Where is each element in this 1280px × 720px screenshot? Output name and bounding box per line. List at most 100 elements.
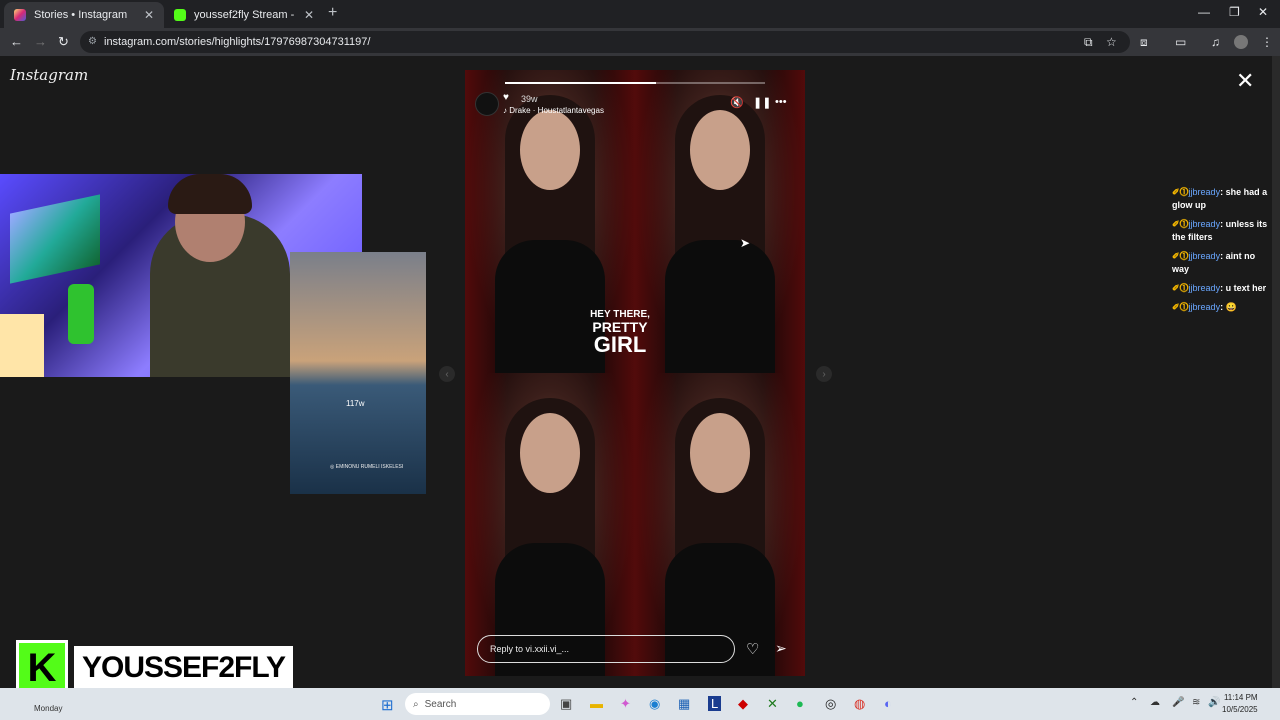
cloud-icon[interactable]: ☁ [1150, 697, 1160, 708]
spotify-icon[interactable]: ● [796, 696, 804, 711]
mute-icon[interactable]: 🔇 [730, 96, 744, 109]
previous-story-card[interactable]: 117w ◎ EMINONU RUMELI ISKELESI [290, 252, 426, 494]
story-photo [465, 373, 635, 676]
tab-kick-stream[interactable]: youssef2fly Stream - Watch Liv ✕ [164, 2, 324, 28]
chat-username[interactable]: jjbready [1189, 251, 1221, 261]
menu-icon[interactable]: ⋮ [1261, 35, 1273, 49]
browser-toolbar: ← → ↻ ⚙ instagram.com/stories/highlights… [0, 28, 1280, 56]
split-view-icon[interactable]: ▭ [1175, 35, 1186, 49]
reply-placeholder: Reply to vi.xxii.vi_... [490, 644, 570, 654]
badge-icon: ✐⓵ [1172, 283, 1189, 293]
tab-instagram[interactable]: Stories • Instagram ✕ [4, 2, 164, 28]
media-control-icon[interactable]: ♫ [1211, 35, 1220, 49]
mcafee-icon[interactable]: ◆ [738, 696, 748, 712]
lamp [0, 314, 44, 377]
windows-taskbar: Monday ⊞ ⌕ Search ▣ ▬ ✦ ◉ ▦ L ◆ ✕ ● ◎ ◍ … [0, 688, 1280, 720]
badge-icon: ✐⓵ [1172, 302, 1189, 312]
previous-story-arrow[interactable]: ‹ [439, 366, 455, 382]
cup [68, 284, 94, 344]
file-explorer-icon[interactable]: ▬ [590, 696, 603, 711]
copilot-icon[interactable]: ✦ [620, 696, 631, 712]
site-info-icon[interactable]: ⚙ [88, 36, 97, 47]
install-app-icon[interactable]: ⧉ [1084, 35, 1093, 50]
store-icon[interactable]: ▦ [678, 696, 690, 712]
forward-icon[interactable]: → [34, 34, 47, 49]
app-icon[interactable]: ◎ [825, 696, 836, 712]
send-icon[interactable]: ➢ [775, 640, 787, 657]
tab-label: youssef2fly Stream - Watch Liv [194, 9, 296, 21]
restore-button[interactable]: ❐ [1229, 5, 1240, 19]
instagram-logo[interactable]: Instagram [10, 66, 88, 84]
mouse-cursor-icon: ➤ [740, 236, 751, 250]
weather-widget[interactable]: Monday [34, 704, 62, 713]
back-icon[interactable]: ← [10, 34, 23, 49]
task-view-icon[interactable]: ▣ [560, 696, 572, 712]
chat-message: ✐⓵jjbready: unless its the filters [1172, 218, 1272, 244]
xbox-icon[interactable]: ✕ [767, 696, 778, 712]
taskbar-search[interactable]: ⌕ Search [405, 693, 550, 715]
page-scrollbar[interactable] [1272, 56, 1280, 688]
clock-time: 11:14 PM [1223, 693, 1258, 702]
story-music[interactable]: ♪ Drake · Houstatlantavegas [503, 106, 604, 115]
story-user-avatar[interactable] [475, 92, 499, 116]
instagram-story-viewer: Instagram ✕ 117w ◎ EMINONU RUMELI ISKELE… [0, 56, 1272, 688]
sticker-line-3: GIRL [593, 332, 647, 357]
shirt [665, 240, 775, 380]
close-tab-icon[interactable]: ✕ [304, 8, 314, 22]
close-tab-icon[interactable]: ✕ [144, 8, 154, 22]
edge-icon[interactable]: ◉ [649, 696, 660, 712]
badge-icon: ✐⓵ [1172, 187, 1189, 197]
volume-icon[interactable]: 🔊 [1208, 697, 1220, 708]
close-stories-icon[interactable]: ✕ [1236, 68, 1254, 94]
chat-username[interactable]: jjbready [1189, 283, 1221, 293]
discord-icon[interactable]: ◐ [884, 696, 892, 711]
close-window-button[interactable]: ✕ [1258, 5, 1268, 19]
chat-text: 😀 [1225, 302, 1237, 312]
chevron-up-icon[interactable]: ⌃ [1130, 697, 1138, 708]
wifi-icon[interactable]: ≋ [1192, 697, 1200, 708]
taskbar-clock[interactable]: 11:14 PM 10/5/2025 [1222, 692, 1258, 716]
chat-message: ✐⓵jjbready: aint no way [1172, 250, 1272, 276]
badge-icon: ✐⓵ [1172, 219, 1189, 229]
streamer-hair [168, 174, 252, 214]
chat-message: ✐⓵jjbready: she had a glow up [1172, 186, 1272, 212]
story-frame[interactable]: ♥ 39w ♪ Drake · Houstatlantavegas 🔇 ❚❚ •… [465, 70, 805, 676]
chat-username[interactable]: jjbready [1189, 219, 1221, 229]
instagram-icon [14, 9, 26, 21]
address-bar[interactable]: ⚙ instagram.com/stories/highlights/17976… [80, 31, 1130, 53]
monitor [10, 194, 100, 284]
chat-username[interactable]: jjbready [1189, 187, 1221, 197]
tab-label: Stories • Instagram [34, 9, 128, 21]
preview-time: 117w [346, 399, 365, 408]
badge-icon: ✐⓵ [1172, 251, 1189, 261]
search-label: Search [424, 698, 457, 710]
text-sticker: HEY THERE, PRETTY GIRL [575, 310, 665, 356]
reply-input[interactable]: Reply to vi.xxii.vi_... [477, 635, 735, 663]
clock-date: 10/5/2025 [1222, 705, 1258, 714]
like-icon[interactable]: ♡ [746, 640, 759, 658]
pause-icon[interactable]: ❚❚ [753, 96, 771, 109]
profile-avatar[interactable] [1234, 35, 1248, 49]
more-options-icon[interactable]: ••• [775, 96, 787, 108]
chrome-icon[interactable]: ◍ [854, 696, 865, 712]
chat-message: ✐⓵jjbready: 😀 [1172, 301, 1272, 314]
url-text: instagram.com/stories/highlights/1797698… [104, 36, 371, 48]
microphone-icon[interactable]: 🎤 [1172, 697, 1184, 708]
chat-username[interactable]: jjbready [1189, 302, 1221, 312]
next-story-arrow[interactable]: › [816, 366, 832, 382]
story-progress-fill [505, 82, 656, 84]
bookmark-star-icon[interactable]: ☆ [1106, 35, 1117, 49]
reload-icon[interactable]: ↻ [58, 34, 69, 50]
streamer-name: YOUSSEF2FLY [74, 646, 293, 690]
kick-icon [174, 9, 186, 21]
face [690, 413, 750, 493]
preview-caption: ◎ EMINONU RUMELI ISKELESI [330, 464, 404, 470]
new-tab-button[interactable]: + [328, 4, 337, 22]
windows-start-icon[interactable]: ⊞ [381, 696, 394, 714]
chat-text: u text her [1225, 283, 1267, 293]
launcher-icon[interactable]: L [708, 696, 722, 711]
minimize-button[interactable]: — [1198, 5, 1210, 19]
chat-message: ✐⓵jjbready: u text her [1172, 282, 1272, 295]
extensions-icon[interactable]: ⧈ [1140, 35, 1148, 50]
browser-tab-bar: Stories • Instagram ✕ youssef2fly Stream… [0, 0, 1280, 28]
